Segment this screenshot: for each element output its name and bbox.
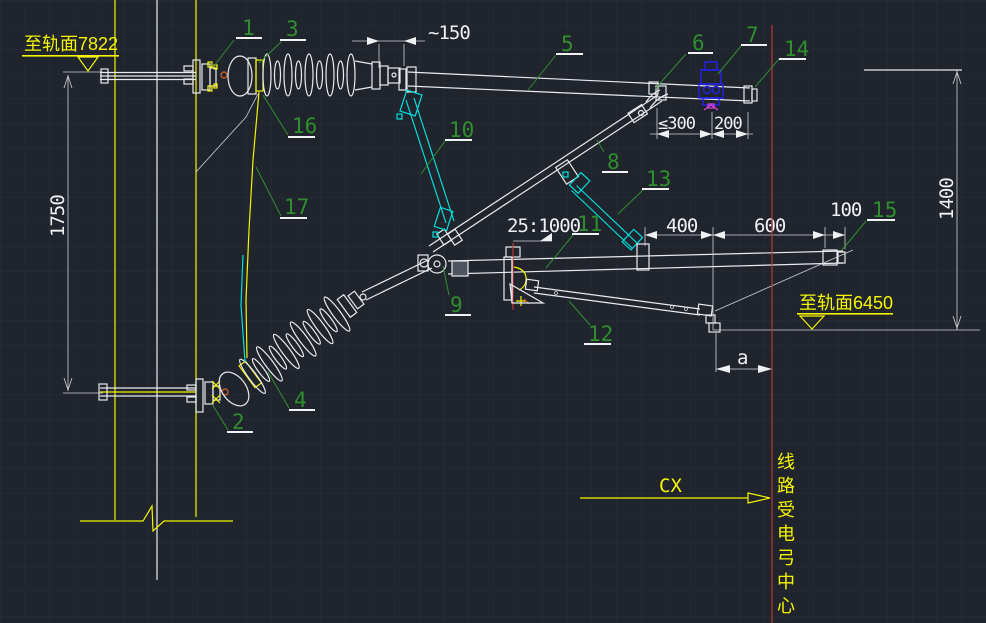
label-1: 1 — [242, 16, 255, 40]
datum-6450-label: 至轨面6450 — [799, 293, 893, 313]
label-12: 12 — [588, 322, 613, 346]
label-15: 15 — [872, 198, 897, 222]
dim-100-text: 100 — [830, 199, 862, 221]
cx-text: CX — [659, 475, 682, 497]
pantograph-center-caption: 线路受电弓中心 — [775, 452, 795, 620]
label-7: 7 — [746, 23, 759, 47]
slope-text: 25:1000 — [507, 215, 581, 237]
cad-drawing-canvas: 至轨面7822 1750 至轨面6450 ~150 ≤300 200 400 6… — [0, 0, 986, 623]
label-17: 17 — [284, 195, 309, 219]
label-8: 8 — [607, 150, 620, 174]
label-16: 16 — [292, 114, 317, 138]
dim-300-text: ≤300 — [658, 114, 696, 134]
datum-7822-label: 至轨面7822 — [24, 34, 118, 54]
label-3: 3 — [286, 17, 299, 41]
dim-a-text: a — [737, 347, 747, 369]
catenary-cantilever-drawing: 至轨面7822 1750 至轨面6450 ~150 ≤300 200 400 6… — [0, 0, 986, 623]
label-9: 9 — [450, 293, 463, 317]
label-10: 10 — [449, 118, 474, 142]
dim-150-text: ~150 — [428, 22, 470, 44]
label-13: 13 — [646, 167, 671, 191]
label-5: 5 — [561, 32, 574, 56]
label-14: 14 — [784, 37, 809, 61]
label-4: 4 — [294, 388, 307, 412]
dim-600-text: 600 — [754, 215, 786, 237]
label-6: 6 — [692, 31, 705, 55]
label-11: 11 — [577, 212, 602, 236]
dim-400-text: 400 — [666, 215, 698, 237]
label-2: 2 — [232, 410, 245, 434]
dim-1400-text: 1400 — [936, 178, 958, 220]
dim-1750-text: 1750 — [47, 195, 69, 237]
dim-200-text: 200 — [714, 114, 742, 134]
